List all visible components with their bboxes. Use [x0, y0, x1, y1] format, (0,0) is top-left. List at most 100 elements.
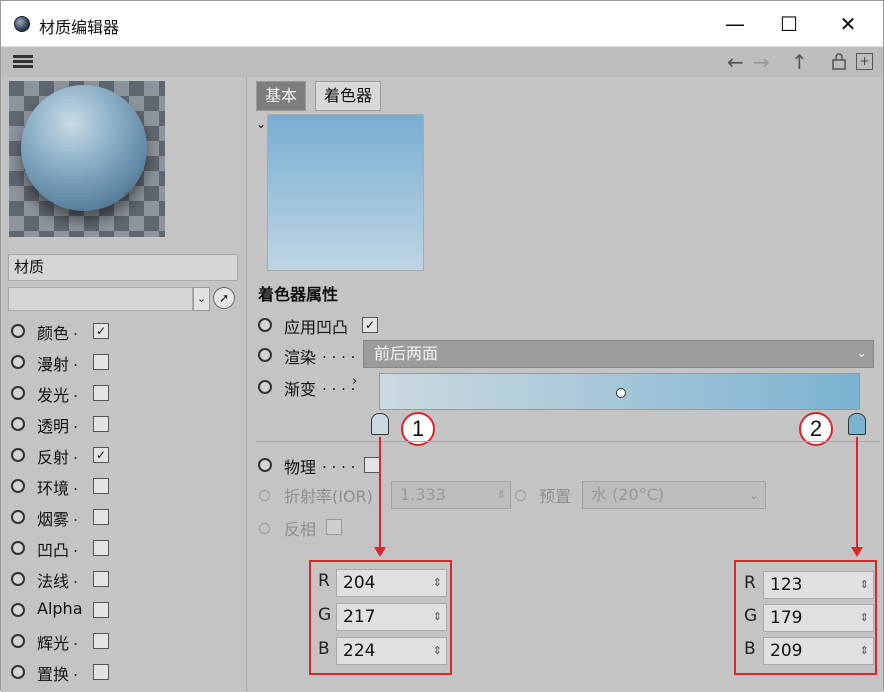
- channel-transparency[interactable]: 透明 .: [11, 410, 241, 438]
- channel-radio-icon[interactable]: [11, 634, 25, 648]
- channel-dots: .: [73, 475, 79, 494]
- channel-luminance[interactable]: 发光 .: [11, 379, 241, 407]
- maximize-button[interactable]: ☐: [769, 9, 809, 39]
- channel-label: 颜色: [37, 324, 70, 343]
- channel-radio-icon[interactable]: [11, 572, 25, 586]
- channel-radio-icon[interactable]: [11, 510, 25, 524]
- channel-checkbox[interactable]: [93, 478, 109, 494]
- channel-radio-icon[interactable]: [11, 448, 25, 462]
- knot2-r-field[interactable]: 123 ⇕: [763, 571, 874, 599]
- channel-checkbox[interactable]: [93, 602, 109, 618]
- divider: [256, 441, 880, 442]
- layer-dropdown[interactable]: [8, 287, 193, 311]
- channel-radio-icon[interactable]: [11, 386, 25, 400]
- gradient-bar[interactable]: [379, 373, 860, 410]
- channel-diffusion[interactable]: 漫射 .: [11, 348, 241, 376]
- title-bar: 材质编辑器 — ☐ ✕: [1, 1, 883, 47]
- pick-cursor-icon[interactable]: ➚: [213, 287, 235, 309]
- minimize-button[interactable]: —: [715, 9, 755, 39]
- channel-label: 法线: [37, 572, 70, 591]
- channel-checkbox[interactable]: [93, 633, 109, 649]
- channel-checkbox[interactable]: [93, 540, 109, 556]
- gradient-knot-2[interactable]: [848, 413, 866, 435]
- channel-checkbox[interactable]: ✓: [93, 447, 109, 463]
- material-name-field[interactable]: 材质: [8, 254, 238, 281]
- r-label: R: [318, 571, 330, 591]
- expand-arrow-icon[interactable]: ›: [352, 374, 357, 389]
- spinner-icon[interactable]: ⇕: [860, 605, 869, 631]
- channel-dots: .: [73, 444, 79, 463]
- render-select-value: 前后两面: [374, 344, 439, 363]
- channel-label: 凹凸: [37, 541, 70, 560]
- channel-alpha[interactable]: Alpha: [11, 596, 241, 624]
- param-radio-icon[interactable]: [258, 380, 272, 394]
- channel-normal[interactable]: 法线 .: [11, 565, 241, 593]
- channel-radio-icon[interactable]: [11, 541, 25, 555]
- menu-icon[interactable]: [13, 55, 33, 69]
- gradient-knot-1[interactable]: [371, 413, 389, 435]
- apply-bump-row[interactable]: 应用凹凸 ✓: [258, 311, 458, 339]
- knot1-r-field[interactable]: 204 ⇕: [336, 569, 447, 597]
- material-preview[interactable]: [9, 81, 165, 237]
- knot1-g-field[interactable]: 217 ⇕: [336, 603, 447, 631]
- up-arrow-icon[interactable]: ↑: [791, 50, 808, 74]
- knot2-g-field[interactable]: 179 ⇕: [763, 604, 874, 632]
- channel-checkbox[interactable]: [93, 509, 109, 525]
- channel-dots: .: [73, 537, 79, 556]
- g-label: G: [744, 606, 758, 626]
- param-radio-icon[interactable]: [258, 348, 272, 362]
- lock-icon[interactable]: [830, 53, 847, 70]
- channel-checkbox[interactable]: [93, 664, 109, 680]
- spinner-icon[interactable]: ⇕: [433, 638, 442, 664]
- tab-basic[interactable]: 基本: [256, 81, 307, 111]
- channel-environment[interactable]: 环境 .: [11, 472, 241, 500]
- channel-radio-icon[interactable]: [11, 324, 25, 338]
- channel-glow[interactable]: 辉光 .: [11, 627, 241, 655]
- channel-checkbox[interactable]: [93, 385, 109, 401]
- back-arrow-icon[interactable]: ←: [727, 50, 744, 74]
- close-button[interactable]: ✕: [828, 9, 868, 39]
- material-editor-window: 材质编辑器 — ☐ ✕ ← → ↑ + 材质 ⌄ ➚ 颜色 . ✓ 漫射 . 发…: [0, 0, 884, 692]
- physical-row[interactable]: 物理 . . . .: [258, 451, 388, 479]
- knot2-b-field[interactable]: 209 ⇕: [763, 637, 874, 665]
- knot1-b-field[interactable]: 224 ⇕: [336, 637, 447, 665]
- channel-color[interactable]: 颜色 . ✓: [11, 317, 241, 345]
- render-select[interactable]: 前后两面 ⌄: [363, 340, 874, 368]
- spinner-icon[interactable]: ⇕: [433, 570, 442, 596]
- channel-checkbox[interactable]: [93, 571, 109, 587]
- param-radio-icon[interactable]: [258, 458, 272, 472]
- channel-checkbox[interactable]: ✓: [93, 323, 109, 339]
- apply-bump-label: 应用凹凸: [284, 318, 349, 337]
- channel-radio-icon[interactable]: [11, 417, 25, 431]
- collapse-chevron-icon[interactable]: ⌄: [256, 117, 266, 131]
- channel-reflectance[interactable]: 反射 . ✓: [11, 441, 241, 469]
- channel-checkbox[interactable]: [93, 354, 109, 370]
- left-panel: 材质 ⌄ ➚ 颜色 . ✓ 漫射 . 发光 . 透明 . 反射 . ✓ 环境 .…: [1, 77, 247, 692]
- channel-radio-icon[interactable]: [11, 603, 25, 617]
- g-value: 179: [770, 608, 803, 628]
- channel-radio-icon[interactable]: [11, 479, 25, 493]
- spinner-icon[interactable]: ⇕: [860, 572, 869, 598]
- chevron-down-icon[interactable]: ⌄: [193, 287, 210, 311]
- channel-radio-icon[interactable]: [11, 665, 25, 679]
- spinner-icon[interactable]: ⇕: [860, 638, 869, 664]
- channel-fog[interactable]: 烟雾 .: [11, 503, 241, 531]
- apply-bump-checkbox[interactable]: ✓: [362, 317, 378, 333]
- tab-shader[interactable]: 着色器: [315, 81, 382, 111]
- channel-radio-icon[interactable]: [11, 355, 25, 369]
- spinner-icon[interactable]: ⇕: [433, 604, 442, 630]
- forward-arrow-icon[interactable]: →: [753, 50, 770, 74]
- new-panel-icon[interactable]: +: [856, 53, 873, 70]
- chevron-down-icon: ⌄: [748, 488, 759, 502]
- render-dots: . . . .: [322, 344, 356, 362]
- param-radio-icon[interactable]: [258, 318, 272, 332]
- gradient-bias-handle[interactable]: [616, 388, 626, 398]
- b-value: 224: [343, 641, 376, 661]
- channel-displacement[interactable]: 置换 .: [11, 658, 241, 686]
- physical-checkbox[interactable]: [364, 457, 380, 473]
- channel-checkbox[interactable]: [93, 416, 109, 432]
- render-label: 渲染: [284, 348, 317, 367]
- annotation-arrowhead-2: [851, 547, 863, 557]
- gradient-row: 渐变 . . . .: [258, 373, 358, 401]
- channel-bump[interactable]: 凹凸 .: [11, 534, 241, 562]
